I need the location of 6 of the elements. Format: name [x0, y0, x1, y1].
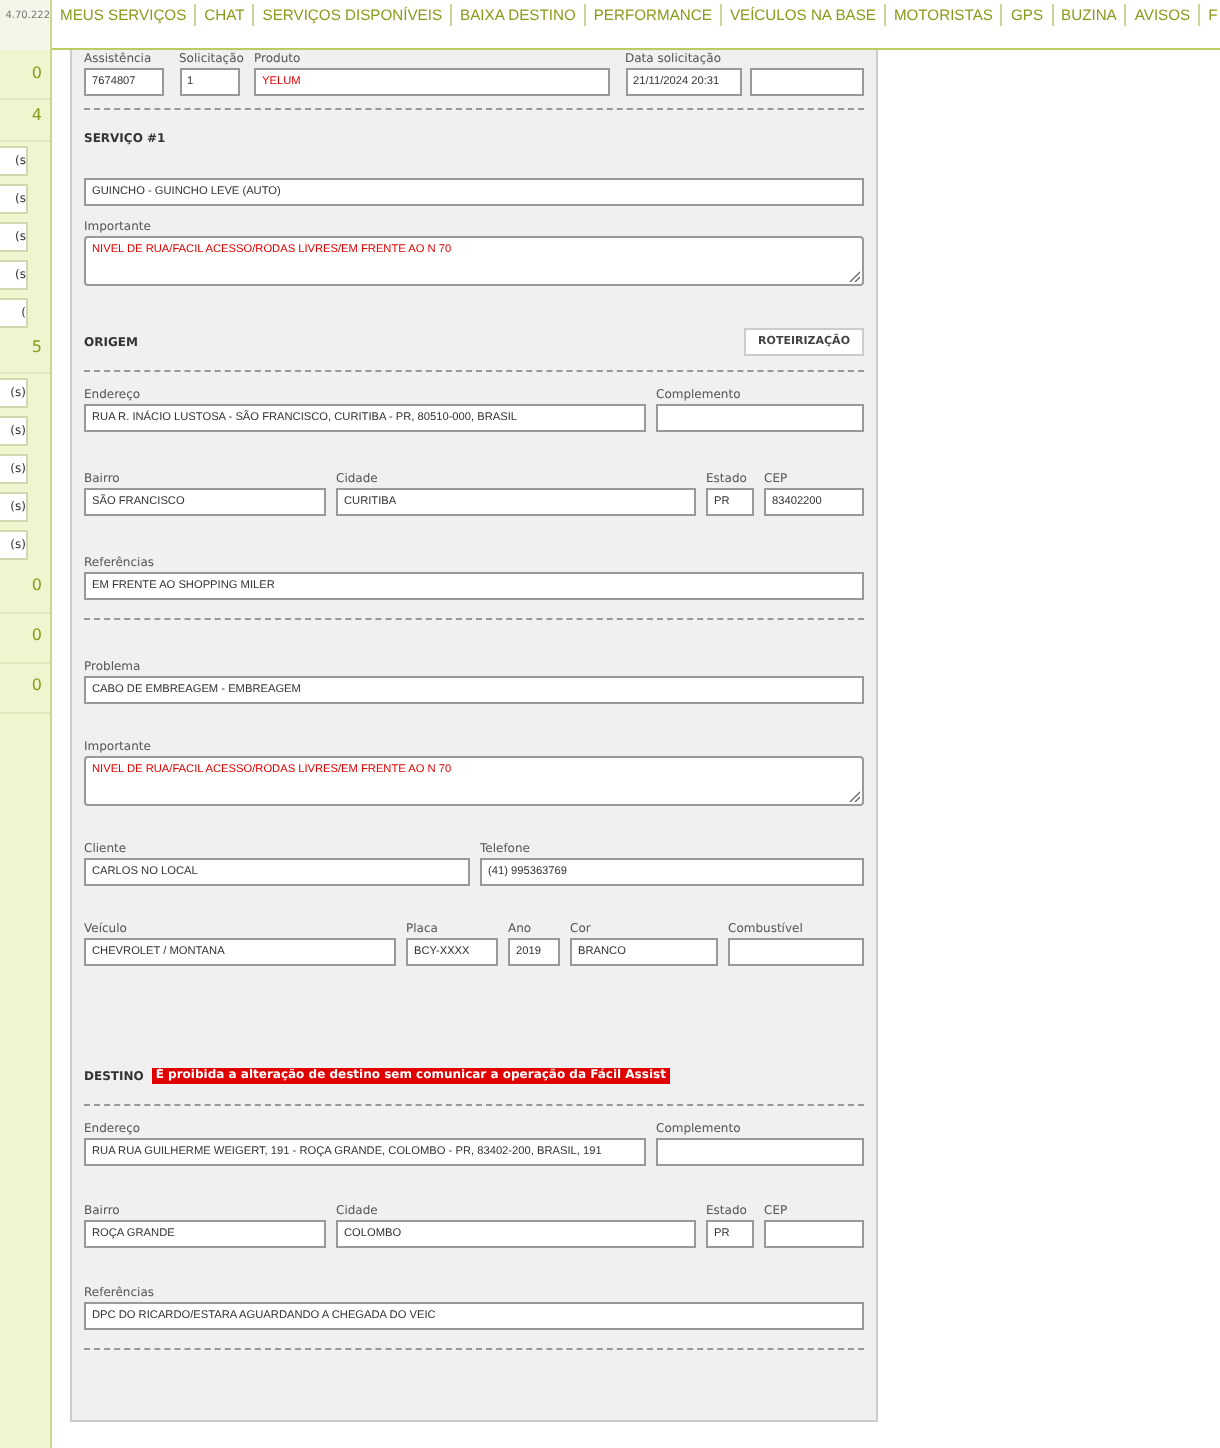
count-label: 4 [0, 100, 50, 142]
count-label: 0 [0, 614, 50, 664]
count-label: 0 [0, 664, 50, 714]
count-label: 5 [0, 332, 50, 374]
count-label: 0 [0, 564, 50, 614]
count-label: 0 [0, 58, 50, 100]
